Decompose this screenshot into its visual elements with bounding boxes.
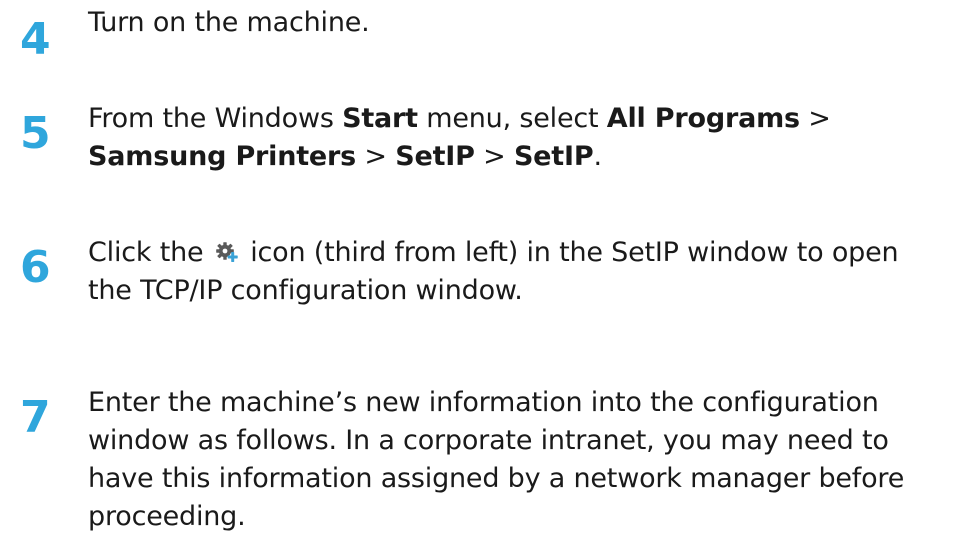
step-number: 5 xyxy=(20,108,51,159)
step-7-text: Enter the machine’s new information into… xyxy=(88,384,980,536)
text-run: the TCP/IP configuration window. xyxy=(88,275,523,306)
text-line: have this information assigned by a netw… xyxy=(88,463,905,494)
step-6-text: Click the icon (third from left) in the … xyxy=(88,234,980,310)
text-line: window as follows. In a corporate intran… xyxy=(88,425,889,456)
menu-name-samsung-printers: Samsung Printers xyxy=(88,141,357,172)
text-run: > xyxy=(799,103,831,134)
step-4-text: Turn on the machine. xyxy=(88,4,980,42)
text-run: menu, select xyxy=(417,103,607,134)
text-line: From the Windows Start menu, select All … xyxy=(88,100,980,138)
gear-icon xyxy=(214,238,240,264)
step-number: 4 xyxy=(20,14,51,65)
text-line: Turn on the machine. xyxy=(88,4,980,42)
text-run: From the Windows xyxy=(88,103,343,134)
text-run: icon (third from left) in the SetIP wind… xyxy=(241,237,899,268)
menu-name-start: Start xyxy=(342,103,418,134)
text-run: > xyxy=(356,141,396,172)
text-line: Enter the machine’s new information into… xyxy=(88,387,879,418)
menu-name-setip: SetIP xyxy=(513,141,594,172)
text-line: proceeding. xyxy=(88,501,246,532)
step-5-text: From the Windows Start menu, select All … xyxy=(88,100,980,176)
step-number: 6 xyxy=(20,242,51,293)
text-line: Samsung Printers > SetIP > SetIP. xyxy=(88,138,980,176)
menu-name-all-programs: All Programs xyxy=(606,103,800,134)
menu-name-setip: SetIP xyxy=(395,141,475,172)
text-run: > xyxy=(474,141,514,172)
text-line: the TCP/IP configuration window. xyxy=(88,272,980,310)
text-run: Turn on the machine. xyxy=(88,7,370,38)
step-number: 7 xyxy=(20,392,51,443)
text-run: . xyxy=(593,141,602,172)
text-line: Click the icon (third from left) in the … xyxy=(88,234,980,272)
text-run: Click the xyxy=(88,237,212,268)
